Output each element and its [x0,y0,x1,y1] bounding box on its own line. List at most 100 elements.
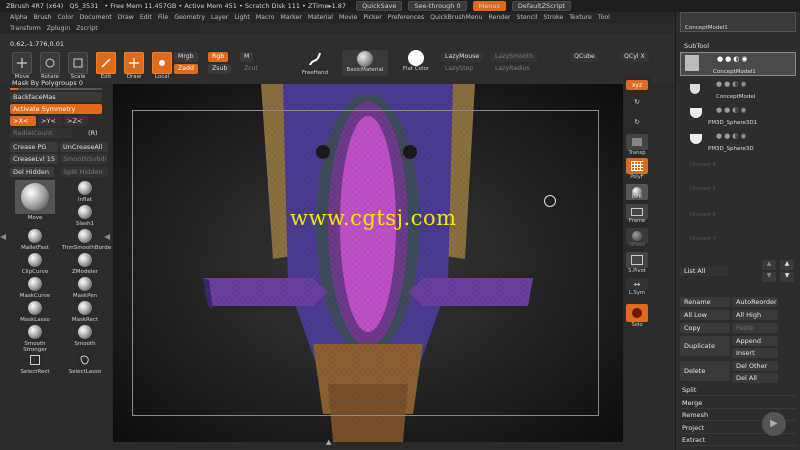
menu-zscript[interactable]: Zscript [76,25,97,32]
lazyradius-slider[interactable]: LazyRadius [491,64,534,74]
bottom-collapse-arrow-icon[interactable]: ▲ [326,438,331,446]
menus-button[interactable]: Menus [472,1,506,11]
menu-brush[interactable]: Brush [34,14,52,21]
menu-color[interactable]: Color [57,14,73,21]
brush-trimsmoothborder[interactable]: TrimSmoothBorde [62,228,111,251]
brush-selectlasso[interactable]: SelectLasso [62,352,108,375]
all-low-button[interactable]: All Low [680,310,730,320]
move-down-arrow-icon[interactable]: ▼ [762,272,776,282]
all-high-button[interactable]: All High [732,310,778,320]
insert-button[interactable]: Insert [732,348,778,358]
menu-stroke[interactable]: Stroke [543,14,563,21]
brush-move[interactable]: Move [12,180,58,221]
draw-tool[interactable]: Draw [122,52,146,80]
brush-maskrect[interactable]: MaskRect [62,300,108,323]
material-selector[interactable]: BasicMaterial [342,50,388,76]
list-all-button[interactable]: List All [680,266,728,276]
mask-slider-track[interactable] [10,88,102,90]
subtool-item[interactable]: ●●◐◉ PM3D_Sphere3D1 [680,104,796,128]
activate-symmetry-button[interactable]: Activate Symmetry [10,104,102,114]
smooth-subdiv-slider[interactable]: SmoothSubdi [60,154,108,164]
edit-icon[interactable] [96,52,116,74]
lazystep-slider[interactable]: LazyStep [441,64,477,74]
subtool-visibility-icons[interactable]: ●●◐◉ [717,55,749,63]
menu-render[interactable]: Render [489,14,511,21]
rotate-icon[interactable] [40,52,60,74]
radial-count-slider[interactable]: RadialCount [10,128,72,138]
local-tool[interactable]: Local [150,52,174,80]
crease-level-slider[interactable]: CreaseLvl 15 [10,154,58,164]
menu-marker[interactable]: Marker [281,14,302,21]
lazymouse-button[interactable]: LazyMouse [441,52,484,62]
menu-tool[interactable]: Tool [598,14,610,21]
rotate-view-icon[interactable]: ↻ [626,94,648,110]
lazysmooth-slider[interactable]: LazySmooth [491,52,538,62]
brush-smooth-stronger[interactable]: Smooth Stronger [12,324,58,353]
subtool-item[interactable]: ●●◐◉ ConceptModel [680,78,796,102]
symmetry-z-button[interactable]: >Z< [64,116,88,126]
transp-button[interactable] [626,134,648,150]
zsub-button[interactable]: Zsub [208,64,232,74]
menu-preferences[interactable]: Preferences [388,14,424,21]
del-hidden-button[interactable]: Del Hidden [10,167,54,177]
menu-stencil[interactable]: Stencil [517,14,538,21]
scale-tool[interactable]: Scale [66,52,90,80]
draw-icon[interactable] [124,52,144,74]
brush-zmodeler[interactable]: ZModeler [62,252,108,275]
qcyl-button[interactable]: QCyl X [620,52,649,62]
subtool-visibility-icons[interactable]: ●●◐◉ [716,80,748,88]
brush-smooth[interactable]: Smooth [62,324,108,347]
scale-icon[interactable] [68,52,88,74]
collapse-left-arrow-icon[interactable]: ◀ [0,232,6,241]
subtool-visibility-icons[interactable]: ●●◐◉ [716,106,748,114]
brush-masklasso[interactable]: MaskLasso [12,300,58,323]
radial-r-button[interactable]: (R) [88,128,98,138]
delete-button[interactable]: Delete [680,361,730,381]
del-all-button[interactable]: Del All [732,373,778,383]
freehand-stroke[interactable]: FreeHand [300,50,330,76]
menu-alpha[interactable]: Alpha [10,14,28,21]
brush-maskcurve[interactable]: MaskCurve [12,276,58,299]
lsym-button[interactable]: ↔ [626,278,648,290]
menu-layer[interactable]: Layer [211,14,228,21]
current-subtool-thumb[interactable]: ConceptModel1 [680,12,796,32]
xyz-button[interactable]: xyz [626,80,648,90]
menu-zplugin[interactable]: Zplugin [47,25,70,32]
copy-button[interactable]: Copy [680,323,730,333]
backface-mask-button[interactable]: BackfaceMas [10,92,102,102]
move-up-fast-arrow-icon[interactable]: ▲ [780,260,794,270]
polyf-button[interactable] [626,158,648,174]
play-overlay-icon[interactable]: ▶ [762,412,786,436]
local-icon[interactable] [152,52,172,74]
menu-material[interactable]: Material [308,14,333,21]
menu-edit[interactable]: Edit [140,14,152,21]
mrgb-button[interactable]: Mrgb [174,52,198,62]
menu-light[interactable]: Light [234,14,249,21]
move-icon[interactable] [12,52,32,74]
symmetry-y-button[interactable]: >Y< [38,116,62,126]
menu-document[interactable]: Document [80,14,112,21]
brush-maskpen[interactable]: MaskPen [62,276,108,299]
brush-inflat[interactable]: Inflat [62,180,108,203]
crease-pg-button[interactable]: Crease PG [10,142,58,152]
quicksave-button[interactable]: QuickSave [356,1,403,11]
menu-macro[interactable]: Macro [256,14,275,21]
see-through-slider[interactable]: See-through 0 [408,1,467,11]
paste-button[interactable]: Paste [732,323,778,333]
move-up-arrow-icon[interactable]: ▲ [762,260,776,270]
rename-button[interactable]: Rename [680,297,730,307]
subtool-header[interactable]: SubTool [684,42,709,50]
menu-quickbrushmenu[interactable]: QuickBrushMenu [430,14,482,21]
move-tool[interactable]: Move [10,52,34,80]
menu-texture[interactable]: Texture [569,14,592,21]
menu-draw[interactable]: Draw [118,14,134,21]
subtool-visibility-icons[interactable]: ●●◐◉ [716,132,748,140]
brush-selectrect[interactable]: SelectRect [12,352,58,375]
split-menu[interactable]: Split [682,385,797,396]
mask-by-polygroups-slider[interactable]: Mask By Polygroups 0 [12,78,83,88]
spivot-button[interactable] [626,252,648,268]
solo-button[interactable] [626,304,648,322]
rgb-button[interactable]: Rgb [208,52,229,62]
menu-transform[interactable]: Transform [10,25,41,32]
brush-clipcurve[interactable]: ClipCurve [12,252,58,275]
